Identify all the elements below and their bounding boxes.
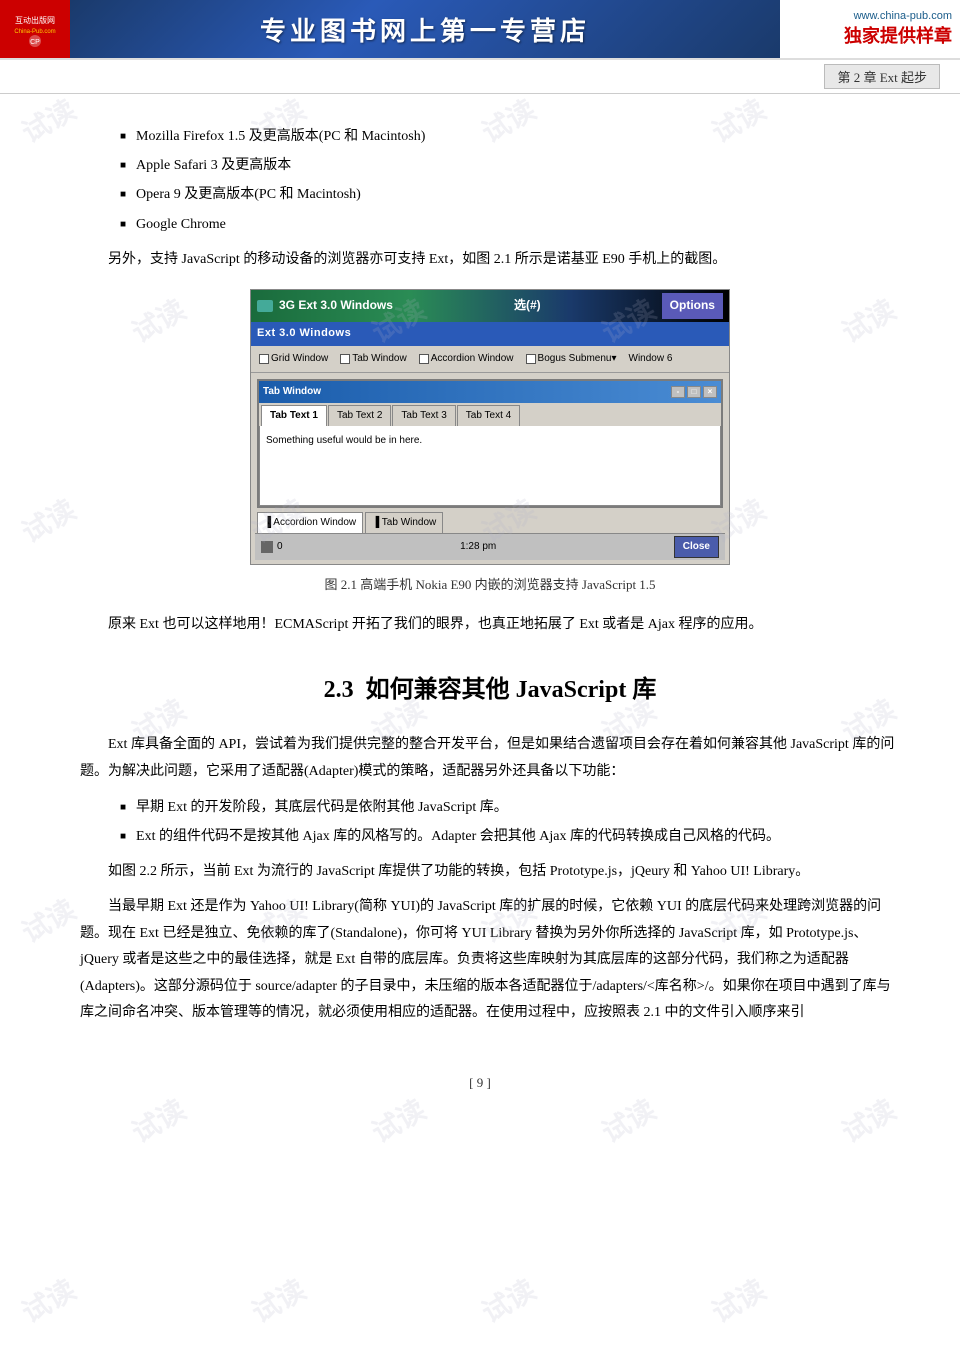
window-controls: - □ × (671, 386, 717, 398)
toolbar-tab[interactable]: Tab Window (336, 348, 410, 370)
list-item: Google Chrome (120, 212, 900, 237)
banner-text: 专业图书网上第一专营店 (260, 11, 590, 48)
status-left: 0 (261, 538, 283, 556)
checkbox-accordion (419, 354, 429, 364)
titlebar-options: Options (662, 293, 723, 319)
paragraph-2: 原来 Ext 也可以这样地用！ECMAScript 开拓了我们的眼界，也真正地拓… (80, 612, 900, 639)
titlebar-text: 3G Ext 3.0 Windows (279, 295, 393, 317)
list-item: 早期 Ext 的开发阶段，其底层代码是依附其他 JavaScript 库。 (120, 795, 900, 820)
adapter-list: 早期 Ext 的开发阶段，其底层代码是依附其他 JavaScript 库。 Ex… (120, 795, 900, 849)
svg-text:CP: CP (30, 39, 40, 46)
checkbox-tab (340, 354, 350, 364)
titlebar-signal: 选(#) (514, 295, 541, 317)
toolbar-window6[interactable]: Window 6 (625, 348, 677, 370)
logo: 互动出版网 China-Pub.com CP (0, 0, 70, 58)
close-btn[interactable]: × (703, 386, 717, 398)
inner-window: Tab Window - □ × Tab Text 1 Tab Text 2 T… (257, 379, 723, 508)
bottom-tab-tabwindow[interactable]: ▐ Tab Window (365, 512, 443, 533)
browser-list: Mozilla Firefox 1.5 及更高版本(PC 和 Macintosh… (120, 124, 900, 237)
list-item: Mozilla Firefox 1.5 及更高版本(PC 和 Macintosh… (120, 124, 900, 149)
checkbox-bogus (526, 354, 536, 364)
slogan-text: 独家提供样章 (844, 22, 952, 48)
page-header: 互动出版网 China-Pub.com CP 专业图书网上第一专营店 www.c… (0, 0, 960, 60)
tab-content: Something useful would be in here. (259, 426, 721, 506)
titlebar-left: 3G Ext 3.0 Windows (257, 295, 393, 317)
screenshot-menubar: Ext 3.0 Windows (251, 322, 729, 346)
chapter-bar: 第 2 章 Ext 起步 (0, 60, 960, 94)
bottom-tabs: ▐ Accordion Window ▐ Tab Window (255, 510, 725, 533)
screenshot-mockup: 3G Ext 3.0 Windows 选(#) Options Ext 3.0 … (250, 289, 730, 564)
minimize-btn[interactable]: - (671, 386, 685, 398)
tab-1[interactable]: Tab Text 1 (261, 405, 327, 426)
header-right-info: www.china-pub.com 独家提供样章 (780, 0, 960, 58)
svg-text:China-Pub.com: China-Pub.com (14, 29, 55, 35)
toolbar-bogus[interactable]: Bogus Submenu▾ (522, 348, 621, 370)
close-status-btn[interactable]: Close (674, 536, 719, 558)
toolbar-grid[interactable]: Grid Window (255, 348, 332, 370)
logo-icon: 互动出版网 China-Pub.com CP (11, 5, 59, 53)
figure-caption: 图 2.1 高端手机 Nokia E90 内嵌的浏览器支持 JavaScript… (324, 573, 655, 596)
list-item: Ext 的组件代码不是按其他 Ajax 库的风格写的。Adapter 会把其他 … (120, 824, 900, 849)
screenshot-statusbar: 0 1:28 pm Close (255, 533, 725, 560)
list-item: Opera 9 及更高版本(PC 和 Macintosh) (120, 182, 900, 207)
titlebar-icon (257, 300, 273, 312)
screenshot-toolbar: Grid Window Tab Window Accordion Window … (251, 346, 729, 373)
toolbar-accordion[interactable]: Accordion Window (415, 348, 518, 370)
list-item: Apple Safari 3 及更高版本 (120, 153, 900, 178)
checkbox-grid (259, 354, 269, 364)
section-heading: 2.3 如何兼容其他 JavaScript 库 (80, 669, 900, 712)
tab-4[interactable]: Tab Text 4 (457, 405, 520, 426)
main-content: Mozilla Firefox 1.5 及更高版本(PC 和 Macintosh… (0, 94, 960, 1055)
section-number: 2.3 (324, 677, 354, 703)
svg-text:互动出版网: 互动出版网 (15, 15, 55, 25)
screenshot-titlebar: 3G Ext 3.0 Windows 选(#) Options (251, 290, 729, 322)
tab-2[interactable]: Tab Text 2 (328, 405, 391, 426)
status-icon (261, 541, 273, 553)
page-number: [ 9 ] (0, 1075, 960, 1111)
screenshot-content: Tab Window - □ × Tab Text 1 Tab Text 2 T… (251, 373, 729, 564)
paragraph-4: 如图 2.2 所示，当前 Ext 为流行的 JavaScript 库提供了功能的… (80, 859, 900, 886)
tab-bar: Tab Text 1 Tab Text 2 Tab Text 3 Tab Tex… (259, 403, 721, 426)
paragraph-5: 当最早期 Ext 还是作为 Yahoo UI! Library(简称 YUI)的… (80, 894, 900, 1027)
inner-titlebar: Tab Window - □ × (259, 381, 721, 403)
paragraph-1: 另外，支持 JavaScript 的移动设备的浏览器亦可支持 Ext，如图 2.… (80, 247, 900, 274)
paragraph-3: Ext 库具备全面的 API，尝试着为我们提供完整的整合开发平台，但是如果结合遗… (80, 732, 900, 785)
section-title: 如何兼容其他 JavaScript 库 (366, 677, 657, 703)
restore-btn[interactable]: □ (687, 386, 701, 398)
website-url: www.china-pub.com (854, 10, 952, 22)
bottom-tab-accordion[interactable]: ▐ Accordion Window (257, 512, 363, 533)
tab-3[interactable]: Tab Text 3 (392, 405, 455, 426)
header-banner: 专业图书网上第一专营店 (70, 0, 780, 58)
figure-2-1: 3G Ext 3.0 Windows 选(#) Options Ext 3.0 … (80, 289, 900, 596)
chapter-label: 第 2 章 Ext 起步 (824, 64, 940, 89)
